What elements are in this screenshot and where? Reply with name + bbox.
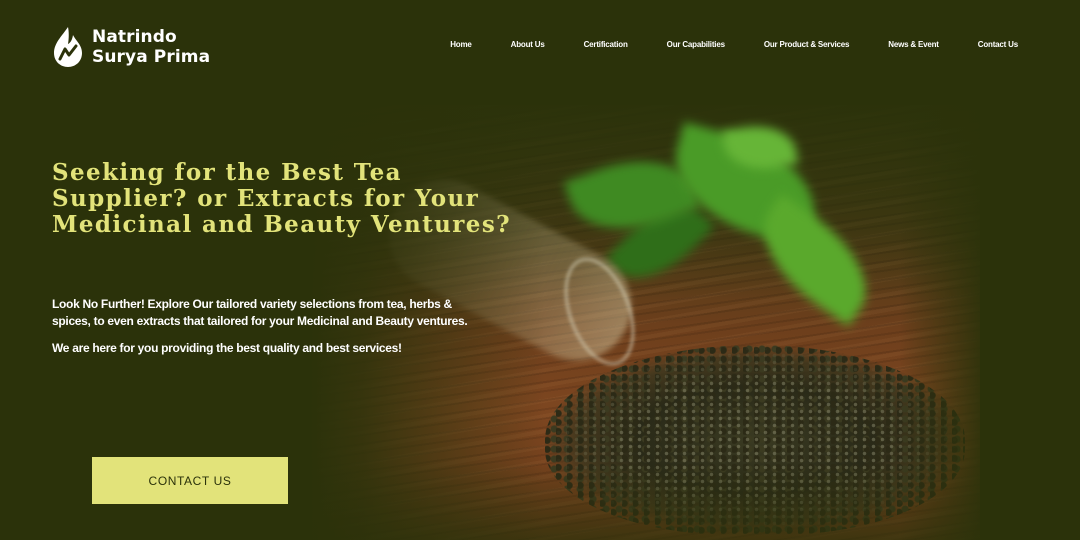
hero-intro-text: Look No Further! Explore Our tailored va… xyxy=(52,297,468,328)
brand-name-line2: Surya Prima xyxy=(92,47,211,67)
site-header: Natrindo Surya Prima Home About Us Certi… xyxy=(0,0,1080,95)
hero-tagline: We are here for you providing the best q… xyxy=(52,341,402,355)
nav-item-contact-us[interactable]: Contact Us xyxy=(978,40,1018,49)
flame-leaf-logo-icon xyxy=(54,27,82,67)
nav-item-products-services[interactable]: Our Product & Services xyxy=(764,40,850,49)
nav-item-home[interactable]: Home xyxy=(450,40,472,49)
brand-name: Natrindo Surya Prima xyxy=(92,27,210,67)
hero-headline: Seeking for the Best Tea Supplier? or Ex… xyxy=(52,159,512,238)
page: Natrindo Surya Prima Home About Us Certi… xyxy=(0,0,1080,540)
nav-item-our-capabilities[interactable]: Our Capabilities xyxy=(667,40,725,49)
brand-name-line1: Natrindo xyxy=(92,27,177,47)
brand-logo-link[interactable]: Natrindo Surya Prima xyxy=(52,26,210,68)
main-nav: Home About Us Certification Our Capabili… xyxy=(450,40,1018,49)
nav-item-news-event[interactable]: News & Event xyxy=(888,40,939,49)
nav-item-about-us[interactable]: About Us xyxy=(511,40,545,49)
contact-us-button[interactable]: CONTACT US xyxy=(92,457,288,504)
nav-item-certification[interactable]: Certification xyxy=(584,40,628,49)
